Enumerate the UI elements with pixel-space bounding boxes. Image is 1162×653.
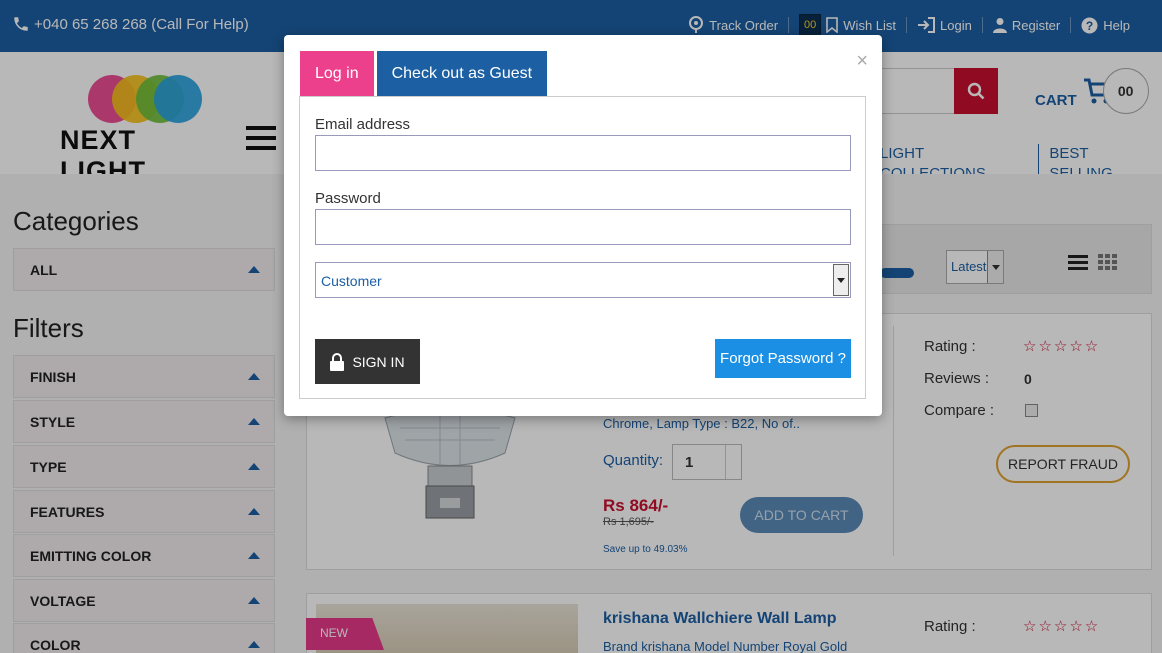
tab-guest-checkout[interactable]: Check out as Guest [376, 51, 548, 96]
password-label: Password [315, 190, 381, 207]
login-modal: × Log in Check out as Guest Email addres… [284, 35, 882, 416]
email-field[interactable] [315, 135, 851, 171]
modal-tabs: Log in Check out as Guest [300, 51, 550, 96]
email-label: Email address [315, 116, 411, 133]
password-field[interactable] [315, 209, 851, 245]
role-select-value: Customer [321, 273, 382, 289]
tab-log-in[interactable]: Log in [300, 51, 374, 96]
forgot-password-button[interactable]: Forgot Password ? [715, 339, 851, 378]
role-select[interactable]: Customer [315, 262, 851, 298]
sign-in-label: SIGN IN [352, 353, 405, 370]
close-icon[interactable]: × [856, 51, 868, 71]
lock-icon [330, 352, 345, 371]
sign-in-button[interactable]: SIGN IN [315, 339, 420, 384]
login-form: Email address Password Customer SIGN IN … [299, 96, 866, 399]
chevron-down-icon [833, 264, 849, 296]
